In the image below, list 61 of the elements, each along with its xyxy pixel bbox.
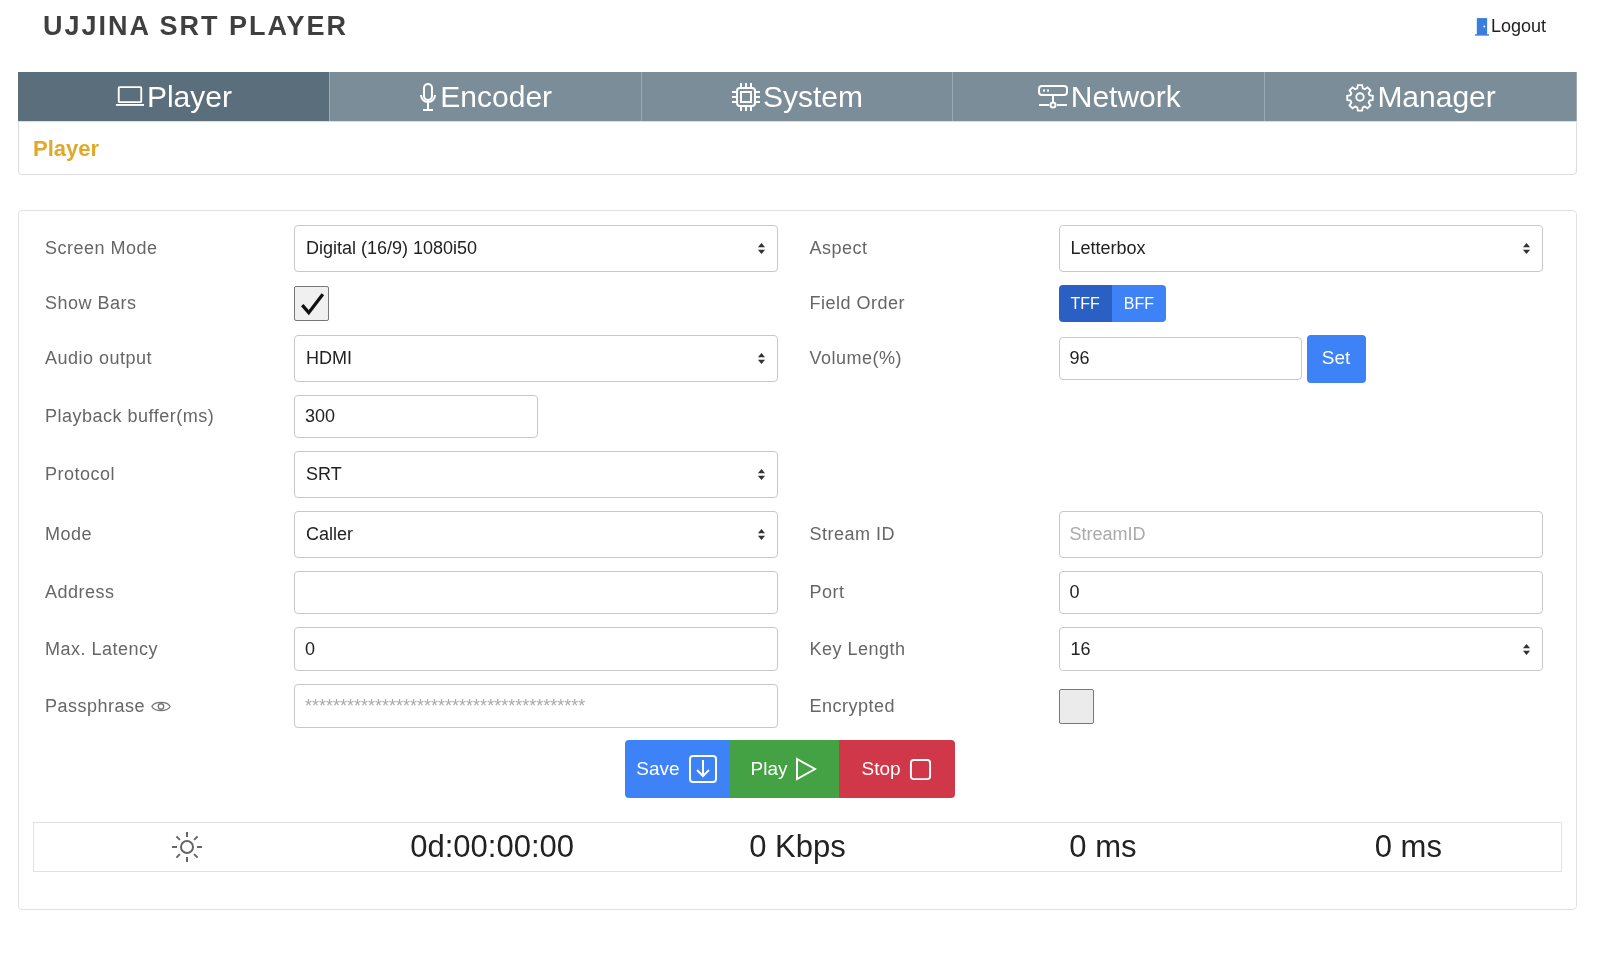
field-label: Volume(%): [809, 347, 903, 370]
input-field[interactable]: StreamID: [1058, 511, 1543, 558]
field-label: Screen Mode: [45, 237, 158, 260]
stop-button[interactable]: Stop: [838, 740, 955, 798]
caret-icon: [757, 528, 766, 541]
dropdown[interactable]: Caller: [294, 511, 778, 558]
caret-icon: [757, 242, 766, 255]
bitrate-reading: 0 Kbps: [749, 827, 846, 866]
checkbox[interactable]: [294, 286, 329, 321]
input-field[interactable]: 96: [1058, 337, 1302, 380]
logout-link[interactable]: Logout: [1473, 12, 1546, 40]
caret-icon: [757, 352, 766, 365]
field-label: Address: [45, 581, 115, 604]
uptime-reading: 0d:00:00:00: [410, 827, 574, 866]
field-label: Aspect: [809, 237, 868, 260]
latency-reading: 0 ms: [1374, 827, 1442, 866]
download-icon: [687, 754, 718, 784]
input-field[interactable]: 300: [294, 395, 538, 438]
dropdown[interactable]: 16: [1058, 627, 1543, 671]
microphone-icon: [418, 81, 439, 112]
gear-icon: [1345, 81, 1376, 112]
latency-reading: 0 ms: [1069, 827, 1137, 866]
laptop-icon: [114, 85, 145, 108]
field-label: Playback buffer(ms): [45, 405, 215, 428]
input-field[interactable]: ****************************************: [294, 684, 778, 728]
field-label: Field Order: [809, 292, 906, 315]
field-label: Port: [809, 581, 845, 604]
eye-icon[interactable]: [151, 699, 172, 713]
section-title: Player: [33, 134, 100, 163]
input-field[interactable]: [294, 571, 778, 614]
network-icon: [1036, 83, 1069, 110]
save-button[interactable]: Save: [624, 740, 730, 798]
caret-icon: [1521, 242, 1531, 255]
field-label: Mode: [45, 523, 93, 546]
app-title: UJJINA SRT PLAYER: [43, 9, 349, 43]
input-field[interactable]: 0: [294, 627, 778, 671]
dropdown[interactable]: Letterbox: [1058, 225, 1543, 272]
set-button[interactable]: Set: [1306, 334, 1366, 383]
caret-icon: [1521, 642, 1531, 656]
field-label: Key Length: [809, 637, 906, 661]
field-label: Passphrase: [45, 694, 146, 718]
field-label: Audio output: [45, 347, 153, 370]
toggle-option[interactable]: TFF: [1058, 285, 1112, 322]
field-label: Protocol: [45, 463, 116, 486]
toggle-option[interactable]: BFF: [1111, 285, 1167, 322]
field-label: Encrypted: [809, 694, 896, 718]
chip-icon: [730, 81, 761, 112]
stop-icon: [908, 757, 932, 781]
dropdown[interactable]: HDMI: [294, 335, 778, 382]
field-label: Stream ID: [809, 523, 896, 546]
input-field[interactable]: 0: [1058, 571, 1543, 614]
dropdown[interactable]: Digital (16/9) 1080i50: [294, 225, 778, 272]
checkbox[interactable]: [1058, 688, 1094, 724]
field-label: Max. Latency: [45, 637, 159, 661]
door-icon: [1473, 16, 1489, 36]
sun-icon: [169, 830, 204, 864]
dropdown[interactable]: SRT: [294, 451, 778, 498]
field-label: Show Bars: [45, 292, 137, 315]
caret-icon: [757, 468, 766, 481]
play-icon: [795, 757, 818, 781]
tab[interactable]: Player: [18, 72, 330, 121]
